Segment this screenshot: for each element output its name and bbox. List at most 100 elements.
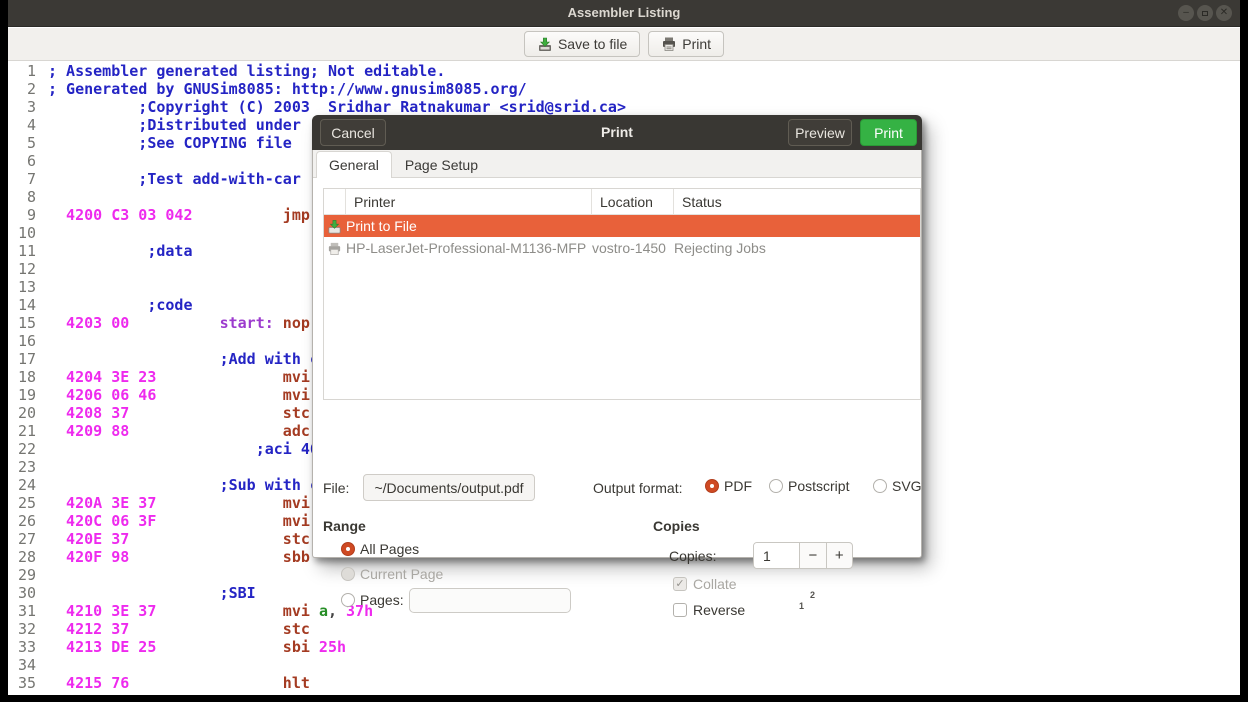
line-code: 4203 00 start: nop xyxy=(48,314,310,332)
printer-list: PrinterLocationStatusPrint to FileHP-Las… xyxy=(323,188,921,400)
line-number: 7 xyxy=(8,170,36,188)
tab-page-setup[interactable]: Page Setup xyxy=(392,151,491,177)
line-code: 4210 3E 37 mvi a, 37h xyxy=(48,602,373,620)
file-chooser-button[interactable]: ~/Documents/output.pdf xyxy=(363,474,535,501)
line-number: 11 xyxy=(8,242,36,260)
printer-row[interactable]: HP-LaserJet-Professional-M1136-MFPvostro… xyxy=(324,237,920,259)
line-number: 27 xyxy=(8,530,36,548)
format-label: SVG xyxy=(892,478,922,494)
screen-edge-right xyxy=(1240,0,1248,702)
print-confirm-button[interactable]: Print xyxy=(860,119,917,146)
save-to-file-button[interactable]: Save to file xyxy=(524,31,640,57)
line-number: 33 xyxy=(8,638,36,656)
line-number: 35 xyxy=(8,674,36,692)
line-number: 24 xyxy=(8,476,36,494)
line-code: ;Add with c xyxy=(48,350,319,368)
line-code: 4204 3E 23 mvi xyxy=(48,368,310,386)
format-label: PDF xyxy=(724,478,752,494)
listing-line: 2 ; Generated by GNUSim8085: http://www.g… xyxy=(8,80,1240,98)
line-number: 26 xyxy=(8,512,36,530)
range-option-all-pages[interactable]: All Pages xyxy=(341,541,419,557)
screen-edge-bottom xyxy=(8,695,1240,702)
range-option-current-page: Current Page xyxy=(341,566,443,582)
line-number: 10 xyxy=(8,224,36,242)
output-format-label: Output format: xyxy=(593,480,682,496)
line-code: ;Copyright (C) 2003 Sridhar Ratnakumar <… xyxy=(48,98,626,116)
line-code: 420F 98 sbb xyxy=(48,548,310,566)
format-option-pdf[interactable]: PDF xyxy=(705,478,752,494)
copies-decrement-button[interactable]: − xyxy=(799,543,825,568)
format-option-svg[interactable]: SVG xyxy=(873,478,922,494)
line-code: ; Generated by GNUSim8085: http://www.gn… xyxy=(48,80,527,98)
radio-pdf[interactable] xyxy=(705,479,719,493)
line-number: 21 xyxy=(8,422,36,440)
line-number: 1 xyxy=(8,62,36,80)
copies-value[interactable]: 1 xyxy=(754,543,799,568)
column-header-status[interactable]: Status xyxy=(673,189,920,214)
radio-pages[interactable] xyxy=(341,593,355,607)
column-header-location[interactable]: Location xyxy=(591,189,673,214)
print-button-label: Print xyxy=(682,36,711,52)
minimize-icon[interactable]: – xyxy=(1178,5,1194,21)
line-code: 4212 37 stc xyxy=(48,620,310,638)
printer-name: HP-LaserJet-Professional-M1136-MFP xyxy=(345,240,591,256)
line-code: 420E 37 stc xyxy=(48,530,310,548)
file-row: File: ~/Documents/output.pdf Output form… xyxy=(313,474,921,502)
printer-list-header: PrinterLocationStatus xyxy=(324,189,920,215)
collate-preview-page-1: 1 xyxy=(799,601,804,611)
line-number: 14 xyxy=(8,296,36,314)
listing-line: 29 xyxy=(8,566,1240,584)
copies-increment-button[interactable]: + xyxy=(826,543,852,568)
line-code: ;Distributed under xyxy=(48,116,301,134)
line-number: 34 xyxy=(8,656,36,674)
line-number: 17 xyxy=(8,350,36,368)
radio-postscript[interactable] xyxy=(769,479,783,493)
pages-input[interactable] xyxy=(409,588,571,613)
preview-button[interactable]: Preview xyxy=(788,119,852,146)
reverse-label[interactable]: Reverse xyxy=(693,602,745,618)
format-option-postscript[interactable]: Postscript xyxy=(769,478,849,494)
line-number: 28 xyxy=(8,548,36,566)
listing-line: 3 ;Copyright (C) 2003 Sridhar Ratnakumar… xyxy=(8,98,1240,116)
printer-row[interactable]: Print to File xyxy=(324,215,920,237)
radio-svg[interactable] xyxy=(873,479,887,493)
save-icon xyxy=(537,36,553,52)
copies-spinbutton: 1 − + xyxy=(753,542,853,569)
window-title: Assembler Listing xyxy=(8,5,1240,20)
line-code: 4213 DE 25 sbi 25h xyxy=(48,638,346,656)
line-code: ;Test add-with-car xyxy=(48,170,301,188)
listing-line: 31 4210 3E 37 mvi a, 37h xyxy=(8,602,1240,620)
close-icon[interactable]: ✕ xyxy=(1216,5,1232,21)
line-number: 12 xyxy=(8,260,36,278)
line-number: 19 xyxy=(8,386,36,404)
print-button[interactable]: Print xyxy=(648,31,724,57)
printer-icon xyxy=(661,36,677,52)
radio-allpages[interactable] xyxy=(341,542,355,556)
line-code: ; Assembler generated listing; Not edita… xyxy=(48,62,445,80)
line-code: 420C 06 3F mvi xyxy=(48,512,310,530)
window-controls: – ✕ xyxy=(1178,5,1232,21)
collate-checkbox: ✓ xyxy=(673,577,687,591)
toolbar: Save to file Print xyxy=(8,28,1240,61)
line-number: 16 xyxy=(8,332,36,350)
range-option-label: All Pages xyxy=(360,541,419,557)
maximize-icon[interactable] xyxy=(1197,5,1213,21)
radio-currentpage xyxy=(341,567,355,581)
line-code: 420A 3E 37 mvi xyxy=(48,494,310,512)
print-to-file-icon xyxy=(324,219,345,234)
listing-line: 30 ;SBI xyxy=(8,584,1240,602)
line-code: 4200 C3 03 042 jmp xyxy=(48,206,310,224)
tab-general[interactable]: General xyxy=(316,151,392,178)
range-option-label: Pages: xyxy=(360,592,404,608)
line-number: 2 xyxy=(8,80,36,98)
reverse-checkbox[interactable] xyxy=(673,603,687,617)
range-option-pages[interactable]: Pages: xyxy=(341,592,404,608)
print-dialog: Cancel Print Preview Print GeneralPage S… xyxy=(312,115,922,558)
collate-checkbox-row: ✓ Collate xyxy=(673,576,737,592)
line-number: 22 xyxy=(8,440,36,458)
line-code: 4215 76 hlt xyxy=(48,674,310,692)
line-number: 30 xyxy=(8,584,36,602)
column-header-printer[interactable]: Printer xyxy=(345,189,591,214)
line-number: 13 xyxy=(8,278,36,296)
screen-edge-left xyxy=(0,0,8,702)
